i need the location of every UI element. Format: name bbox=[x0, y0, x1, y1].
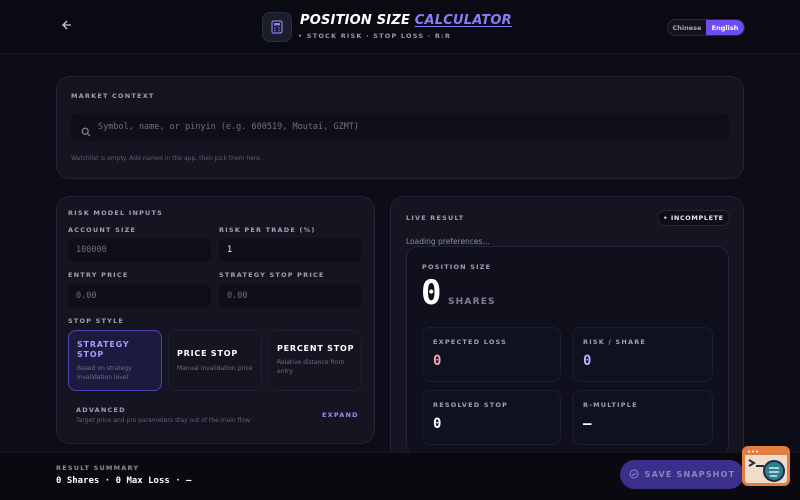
page-subtitle: • STOCK RISK · STOP LOSS · R:R bbox=[298, 32, 452, 40]
stop-style-percent-desc: Relative distance from entry bbox=[277, 359, 345, 375]
risk-per-share-box: RISK / SHARE 0 bbox=[572, 327, 713, 382]
result-summary-value: 0 Shares · 0 Max Loss · — bbox=[56, 476, 192, 486]
result-summary-label: RESULT SUMMARY bbox=[56, 464, 140, 472]
stop-style-price-desc: Manual invalidation price bbox=[177, 365, 253, 372]
page-title: POSITION SIZE CALCULATOR bbox=[300, 13, 512, 28]
loading-text: Loading preferences... bbox=[406, 237, 490, 246]
r-multiple-box: R-MULTIPLE — bbox=[572, 390, 713, 445]
save-snapshot-label: SAVE SNAPSHOT bbox=[644, 470, 736, 479]
expected-loss-label: EXPECTED LOSS bbox=[433, 338, 508, 346]
terminal-search-icon[interactable] bbox=[742, 446, 790, 486]
risk-per-trade-value: 1 bbox=[227, 245, 233, 255]
stop-style-strategy-title: STRATEGY STOP bbox=[77, 340, 130, 359]
language-toggle: Chinese English bbox=[667, 19, 745, 36]
watchlist-hint: Watchlist is empty. Add names in the app… bbox=[71, 155, 262, 162]
language-option-chinese[interactable]: Chinese bbox=[668, 20, 706, 35]
position-size-unit: SHARES bbox=[448, 297, 496, 307]
risk-per-trade-input[interactable]: 1 bbox=[219, 238, 362, 262]
save-snapshot-button[interactable]: SAVE SNAPSHOT bbox=[620, 460, 744, 489]
entry-price-placeholder: 0.00 bbox=[76, 291, 97, 301]
r-multiple-label: R-MULTIPLE bbox=[583, 401, 638, 409]
back-arrow-icon[interactable] bbox=[58, 19, 74, 35]
symbol-search-input[interactable]: Symbol, name, or pinyin (e.g. 600519, Mo… bbox=[71, 113, 729, 141]
position-size-label: POSITION SIZE bbox=[422, 263, 492, 271]
risk-inputs-label: RISK MODEL INPUTS bbox=[68, 209, 164, 217]
live-result-label: LIVE RESULT bbox=[406, 214, 465, 222]
entry-price-label: ENTRY PRICE bbox=[68, 271, 129, 279]
market-context-label: MARKET CONTEXT bbox=[71, 92, 155, 100]
status-badge: • INCOMPLETE bbox=[657, 210, 730, 226]
search-icon bbox=[81, 122, 91, 137]
check-circle-icon bbox=[629, 469, 639, 481]
stop-style-price[interactable]: PRICE STOP Manual invalidation price bbox=[168, 330, 262, 391]
expected-loss-box: EXPECTED LOSS 0 bbox=[422, 327, 561, 382]
stop-style-strategy[interactable]: STRATEGY STOP Based on strategy invalidati… bbox=[68, 330, 162, 391]
strategy-stop-price-placeholder: 0.00 bbox=[227, 291, 248, 301]
stop-style-label: STOP STYLE bbox=[68, 317, 125, 325]
stop-style-percent[interactable]: PERCENT STOP Relative distance from entry bbox=[268, 330, 362, 391]
search-placeholder: Symbol, name, or pinyin (e.g. 600519, Mo… bbox=[98, 122, 359, 132]
resolved-stop-box: RESOLVED STOP 0 bbox=[422, 390, 561, 445]
language-option-english[interactable]: English bbox=[706, 20, 744, 35]
position-size-value: 0 bbox=[421, 273, 442, 313]
entry-price-input[interactable]: 0.00 bbox=[68, 284, 211, 308]
risk-per-share-label: RISK / SHARE bbox=[583, 338, 647, 346]
account-size-label: ACCOUNT SIZE bbox=[68, 226, 137, 234]
stop-style-price-title: PRICE STOP bbox=[177, 349, 239, 358]
account-size-input[interactable]: 100000 bbox=[68, 238, 211, 262]
expand-button[interactable]: EXPAND bbox=[322, 411, 359, 419]
r-multiple-value: — bbox=[583, 416, 592, 432]
strategy-stop-price-input[interactable]: 0.00 bbox=[219, 284, 362, 308]
stop-style-strategy-desc: Based on strategy invalidation level bbox=[77, 365, 132, 381]
advanced-label: ADVANCED bbox=[76, 406, 126, 414]
calculator-icon bbox=[262, 12, 292, 42]
strategy-stop-price-label: STRATEGY STOP PRICE bbox=[219, 271, 325, 279]
advanced-description: Target price and pro parameters stay out… bbox=[76, 417, 250, 424]
account-size-placeholder: 100000 bbox=[76, 245, 107, 255]
expected-loss-value: 0 bbox=[433, 353, 442, 369]
stop-style-percent-title: PERCENT STOP bbox=[277, 344, 355, 353]
resolved-stop-label: RESOLVED STOP bbox=[433, 401, 509, 409]
risk-per-trade-label: RISK PER TRADE (%) bbox=[219, 226, 316, 234]
resolved-stop-value: 0 bbox=[433, 416, 442, 432]
risk-per-share-value: 0 bbox=[583, 353, 592, 369]
